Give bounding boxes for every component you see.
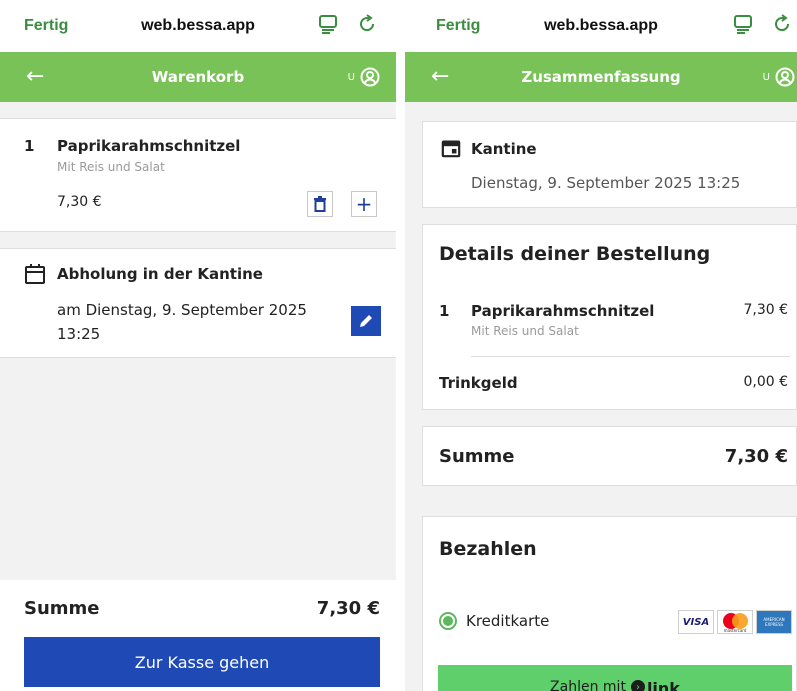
amex-logo: AMERICAN EXPRESS [756, 610, 792, 634]
user-initial: U [762, 71, 770, 83]
trash-icon [314, 196, 326, 212]
cart-screen: Fertig web.bessa.app ← Warenkorb U 1 Pap… [0, 0, 396, 691]
sum-value: 7,30 € [724, 446, 788, 467]
app-header: ← Warenkorb U [0, 52, 396, 102]
pickup-info: Abholung in der Kantine am Dienstag, 9. … [0, 248, 396, 358]
mastercard-circle-orange [732, 613, 748, 629]
cart-item: 1 Paprikarahmschnitzel Mit Reis und Sala… [0, 118, 396, 232]
calendar-icon [24, 263, 46, 289]
edit-pickup-button[interactable] [351, 306, 381, 336]
divider [471, 356, 790, 357]
item-qty: 1 [24, 137, 35, 155]
location-name: Kantine [471, 140, 537, 158]
sum-label: Summe [439, 446, 515, 467]
reader-icon[interactable] [318, 14, 338, 38]
browser-toolbar: Fertig web.bessa.app [405, 0, 797, 52]
browser-icons [318, 14, 378, 38]
add-item-button[interactable]: + [351, 191, 377, 217]
details-title: Details deiner Bestellung [439, 243, 711, 265]
radio-selected-icon[interactable] [439, 612, 457, 630]
payment-method-creditcard[interactable]: Kreditkarte [439, 612, 549, 630]
delete-item-button[interactable] [307, 191, 333, 217]
method-label: Kreditkarte [466, 612, 550, 630]
location-card: Kantine Dienstag, 9. September 2025 13:2… [422, 121, 797, 208]
user-menu[interactable]: U [348, 67, 380, 87]
item-name: Paprikarahmschnitzel [471, 302, 655, 320]
link-brand: link [646, 679, 680, 691]
pickup-date: am Dienstag, 9. September 2025 13:25 [57, 301, 307, 343]
amex-text: AMERICAN EXPRESS [763, 617, 785, 627]
reload-icon[interactable] [773, 14, 793, 38]
pay-button-prefix: Zahlen mit [550, 679, 626, 691]
user-menu[interactable]: U [763, 67, 795, 87]
pickup-title: Abholung in der Kantine [57, 265, 263, 283]
pay-title: Bezahlen [439, 538, 537, 560]
item-price: 7,30 € [57, 194, 102, 210]
calendar-icon [441, 138, 461, 162]
user-icon [360, 67, 380, 87]
card-logos: VISA mastercard AMERICAN EXPRESS [678, 610, 792, 634]
tip-label: Trinkgeld [439, 374, 518, 392]
page-title: Zusammenfassung [521, 68, 681, 86]
location-date: Dienstag, 9. September 2025 13:25 [471, 174, 741, 192]
mastercard-text: mastercard [723, 628, 747, 633]
sum-label: Summe [24, 598, 100, 619]
user-icon [775, 67, 795, 87]
order-details-card: Details deiner Bestellung 1 Paprikarahms… [422, 224, 797, 410]
item-price: 7,30 € [743, 302, 788, 318]
browser-toolbar: Fertig web.bessa.app [0, 0, 396, 52]
pencil-icon [360, 315, 372, 327]
mastercard-logo: mastercard [717, 610, 753, 634]
sum-card: Summe 7,30 € [422, 426, 797, 486]
browser-icons [733, 14, 793, 38]
tip-value: 0,00 € [743, 374, 788, 390]
summary-screen: Fertig web.bessa.app ← Zusammenfassung U… [405, 0, 797, 691]
reader-icon[interactable] [733, 14, 753, 38]
page-title: Warenkorb [151, 68, 245, 86]
item-qty: 1 [439, 302, 450, 320]
user-initial: U [347, 71, 355, 83]
plus-icon: + [355, 192, 373, 216]
item-desc: Mit Reis und Salat [57, 160, 165, 174]
visa-logo: VISA [678, 610, 714, 634]
item-desc: Mit Reis und Salat [471, 324, 579, 338]
link-logo-icon: › [630, 680, 645, 691]
item-name: Paprikarahmschnitzel [57, 137, 241, 155]
app-header: ← Zusammenfassung U [405, 52, 797, 102]
pay-with-link-button[interactable]: Zahlen mit › link [438, 665, 792, 691]
sum-value: 7,30 € [316, 598, 380, 619]
reload-icon[interactable] [358, 14, 378, 38]
checkout-button[interactable]: Zur Kasse gehen [24, 637, 380, 687]
